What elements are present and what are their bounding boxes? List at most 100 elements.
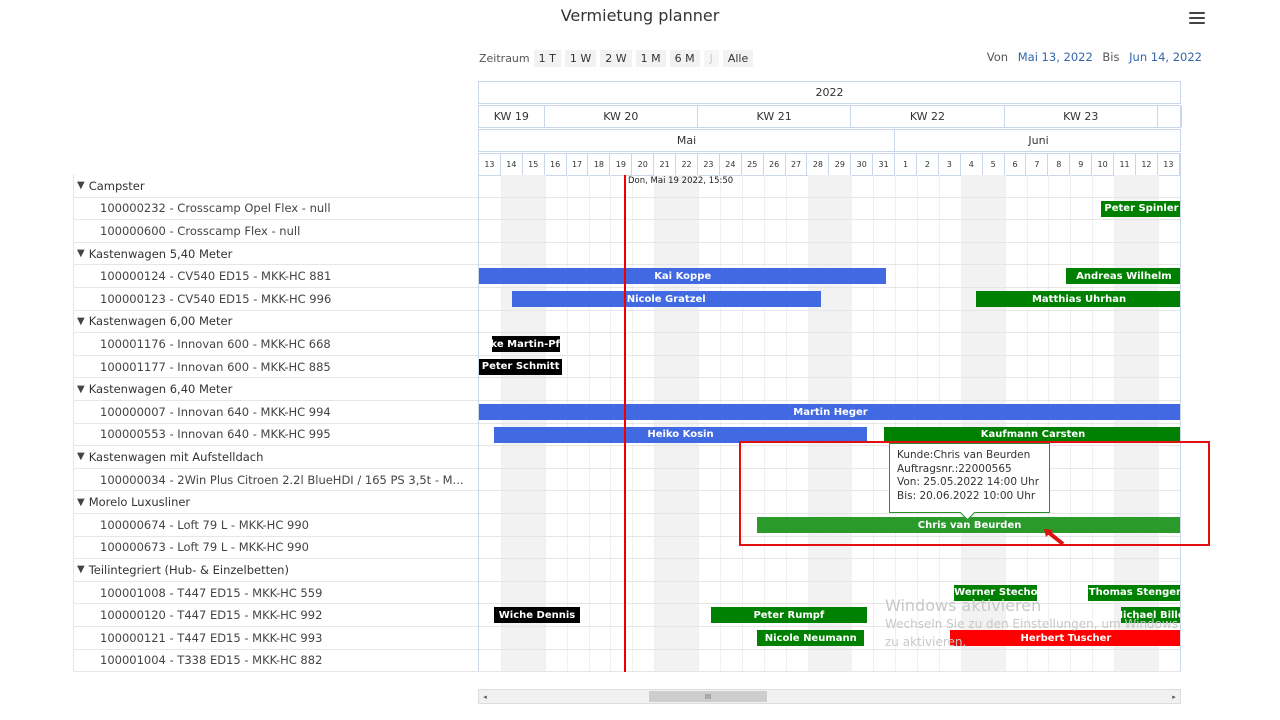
- day-cell: 20: [632, 154, 655, 175]
- day-cell: 7: [1027, 154, 1049, 175]
- row-gridline: [479, 377, 1180, 379]
- booking-bar[interactable]: Nicole Gratzel: [511, 291, 821, 307]
- day-cell: 5: [983, 154, 1005, 175]
- row-gridline: [479, 219, 1180, 221]
- scroll-left-arrow-icon[interactable]: ◂: [479, 690, 491, 703]
- row-gridline: [479, 354, 1180, 356]
- booking-bar[interactable]: Andreas Wilhelm: [1065, 268, 1180, 285]
- booking-bar[interactable]: Heiko Kosin: [494, 426, 867, 443]
- booking-bar[interactable]: Peter Spinler: [1100, 200, 1180, 217]
- day-cell: 22: [676, 154, 698, 175]
- booking-bar[interactable]: Thomas Stenger: [1087, 584, 1180, 601]
- day-cell: 30: [851, 154, 874, 175]
- row-label-text: 100000121 - T447 ED15 - MKK-HC 993: [100, 630, 323, 645]
- day-cell: 25: [742, 154, 764, 175]
- day-header: 13 14 15 16 17 18 19 20 21 22 23 24 25 26 27 28 29 30 31 1 2…: [478, 153, 1181, 176]
- booking-bar[interactable]: Herbert Tuscher: [949, 630, 1180, 646]
- zoom-button[interactable]: 1 W: [564, 49, 597, 67]
- booking-bar[interactable]: Matthias Uhrhan: [976, 291, 1180, 307]
- resource-label: 100000674 - Loft 79 L - MKK-HC 990: [73, 514, 478, 536]
- group-label: ▼ Kastenwagen 6,40 Meter: [73, 378, 478, 400]
- day-cell: 15: [523, 154, 545, 175]
- range-from-input[interactable]: Mai 13, 2022: [1018, 50, 1093, 64]
- booking-bar[interactable]: Michael Biller: [1120, 607, 1180, 624]
- day-cell: 19: [610, 154, 633, 175]
- scrollbar-thumb[interactable]: III: [649, 691, 767, 702]
- day-cell: 24: [720, 154, 742, 175]
- row-label-text: Teilintegriert (Hub- & Einzelbetten): [88, 562, 289, 577]
- day-cell: 27: [786, 154, 808, 175]
- day-cell: 28: [808, 154, 830, 175]
- resource-label: 100001176 - Innovan 600 - MKK-HC 668: [73, 333, 478, 355]
- hamburger-menu-icon[interactable]: [1189, 12, 1205, 26]
- row-gridline: [479, 264, 1180, 266]
- day-cell: 1: [895, 154, 917, 175]
- week-cell: KW 23: [1005, 106, 1158, 127]
- row-label-text: Morelo Luxusliner: [88, 495, 191, 510]
- resource-label: 100000673 - Loft 79 L - MKK-HC 990: [73, 537, 478, 559]
- current-time-line: [624, 175, 626, 672]
- booking-bar[interactable]: Chris van Beurden: [757, 517, 1180, 533]
- booking-bar[interactable]: Kaufmann Carsten: [884, 426, 1180, 443]
- row-gridline: [479, 535, 1180, 537]
- triangle-down-icon[interactable]: ▼: [77, 384, 85, 395]
- day-cell: 8: [1048, 154, 1071, 175]
- booking-bar[interactable]: Peter Schmitt: [479, 358, 563, 375]
- week-cell: KW 22: [851, 106, 1005, 127]
- day-cell: 23: [698, 154, 720, 175]
- row-label-text: 100000232 - Crosscamp Opel Flex - null: [100, 201, 331, 216]
- current-time-label: Don, Mai 19 2022, 15:50: [628, 176, 734, 186]
- scroll-right-arrow-icon[interactable]: ▸: [1168, 690, 1180, 703]
- row-gridline: [479, 196, 1180, 198]
- booking-bar[interactable]: Peter Rumpf: [711, 607, 867, 624]
- triangle-down-icon[interactable]: ▼: [77, 316, 85, 327]
- month-header: Mai Juni: [478, 129, 1181, 152]
- triangle-down-icon[interactable]: ▼: [77, 497, 85, 508]
- booking-bar[interactable]: Werner Stecho: [954, 584, 1038, 601]
- day-cell: 31: [873, 154, 896, 175]
- triangle-down-icon[interactable]: ▼: [77, 451, 85, 462]
- date-range: Von Mai 13, 2022 Bis Jun 14, 2022: [987, 50, 1202, 64]
- cursor-arrow-icon: [1044, 529, 1065, 546]
- booking-bar[interactable]: Wiche Dennis: [494, 607, 580, 624]
- row-gridline: [479, 241, 1180, 243]
- row-label-text: Kastenwagen 5,40 Meter: [88, 246, 233, 261]
- day-cell: 14: [501, 154, 523, 175]
- day-cell: 16: [545, 154, 567, 175]
- group-label: ▼ Kastenwagen 5,40 Meter: [73, 243, 478, 265]
- horizontal-scrollbar[interactable]: ◂ III ▸: [478, 689, 1181, 704]
- booking-bar[interactable]: Martin Heger: [479, 404, 1180, 420]
- row-gridline: [479, 490, 1180, 492]
- zoom-button[interactable]: 6 M: [669, 49, 700, 67]
- triangle-down-icon[interactable]: ▼: [77, 248, 85, 259]
- row-gridline: [479, 422, 1180, 424]
- week-cell: [1158, 106, 1182, 127]
- resource-label: 100000124 - CV540 ED15 - MKK-HC 881: [73, 265, 478, 287]
- zoom-button[interactable]: J: [703, 49, 719, 67]
- zoom-button[interactable]: Alle: [722, 49, 754, 67]
- row-label-text: 100000007 - Innovan 640 - MKK-HC 994: [100, 404, 331, 419]
- booking-bar[interactable]: Anke Martin-Pfarr: [492, 336, 560, 353]
- day-cell: 10: [1092, 154, 1115, 175]
- row-label-text: 100001176 - Innovan 600 - MKK-HC 668: [100, 336, 331, 351]
- day-cell: 13: [479, 154, 501, 175]
- zoom-button[interactable]: 1 M: [635, 49, 666, 67]
- booking-bar[interactable]: Kai Koppe: [479, 268, 887, 285]
- tooltip-to: Bis: 20.06.2022 10:00 Uhr: [897, 489, 1036, 502]
- day-cell: 9: [1070, 154, 1093, 175]
- resource-label: 100000232 - Crosscamp Opel Flex - null: [73, 198, 478, 220]
- triangle-down-icon[interactable]: ▼: [77, 564, 85, 575]
- tooltip-customer: Kunde:Chris van Beurden: [897, 449, 1031, 461]
- row-gridline: [479, 400, 1180, 401]
- booking-bar[interactable]: Nicole Neumann: [757, 630, 865, 646]
- row-gridline: [479, 287, 1180, 288]
- day-cell: 26: [764, 154, 786, 175]
- week-cell: KW 21: [698, 106, 852, 127]
- zoom-button[interactable]: 2 W: [600, 49, 632, 67]
- range-to-input[interactable]: Jun 14, 2022: [1129, 50, 1202, 64]
- month-cell: Mai: [479, 130, 896, 151]
- zoom-button[interactable]: 1 T: [533, 49, 561, 67]
- triangle-down-icon[interactable]: ▼: [77, 180, 85, 191]
- day-cell: 2: [917, 154, 939, 175]
- resource-label: 100001177 - Innovan 600 - MKK-HC 885: [73, 356, 478, 378]
